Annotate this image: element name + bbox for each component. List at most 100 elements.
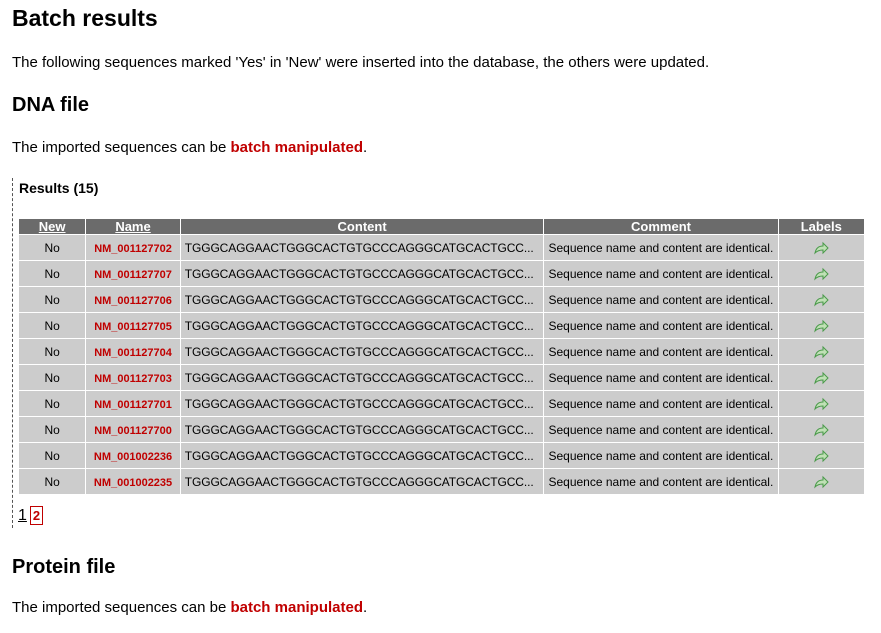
table-row: No NM_001002235 TGGGCAGGAACTGGGCACTGTGCCCA… bbox=[19, 469, 864, 494]
cell-comment: Sequence name and content are identical. bbox=[544, 469, 778, 494]
sequence-name-link[interactable]: NM_001127703 bbox=[94, 373, 172, 385]
cell-labels bbox=[778, 261, 864, 286]
sequence-name-link[interactable]: NM_001127701 bbox=[94, 399, 172, 411]
sequence-name-link[interactable]: NM_001002235 bbox=[94, 477, 172, 489]
cell-comment: Sequence name and content are identical. bbox=[544, 443, 778, 468]
cell-content: TGGGCAGGAACTGGGCACTGTGCCCAGGGCATGCACTGCC… bbox=[180, 417, 544, 442]
table-row: No NM_001127701 TGGGCAGGAACTGGGCACTGTGCCCA… bbox=[19, 391, 864, 416]
cell-comment: Sequence name and content are identical. bbox=[544, 391, 778, 416]
cell-labels bbox=[778, 443, 864, 468]
protein-text-after: . bbox=[363, 599, 368, 616]
cell-labels bbox=[778, 417, 864, 442]
cell-comment: Sequence name and content are identical. bbox=[544, 339, 778, 364]
pagination: 12 bbox=[18, 506, 44, 525]
share-arrow-icon[interactable] bbox=[783, 345, 860, 359]
sequence-name-link[interactable]: NM_001002236 bbox=[94, 451, 172, 463]
cell-new: No bbox=[19, 417, 86, 442]
column-header-new[interactable]: New bbox=[19, 219, 86, 234]
cell-new: No bbox=[19, 339, 86, 364]
table-row: No NM_001127703 TGGGCAGGAACTGGGCACTGTGCCCA… bbox=[19, 365, 864, 390]
cell-content: TGGGCAGGAACTGGGCACTGTGCCCAGGGCATGCACTGCC… bbox=[180, 261, 544, 286]
cell-name: NM_001127707 bbox=[86, 261, 180, 286]
intro-text: The following sequences marked 'Yes' in … bbox=[12, 54, 710, 71]
sequence-name-link[interactable]: NM_001127706 bbox=[94, 295, 172, 307]
column-header-comment: Comment bbox=[544, 219, 778, 234]
results-table-body: No NM_001127702 TGGGCAGGAACTGGGCACTGTGCCCA… bbox=[19, 235, 864, 494]
sequence-name-link[interactable]: NM_001127707 bbox=[94, 269, 172, 281]
share-arrow-icon[interactable] bbox=[783, 267, 860, 281]
cell-new: No bbox=[19, 235, 86, 260]
cell-comment: Sequence name and content are identical. bbox=[544, 417, 778, 442]
protein-file-text: The imported sequences can be batch mani… bbox=[12, 599, 367, 616]
table-row: No NM_001127700 TGGGCAGGAACTGGGCACTGTGCCCA… bbox=[19, 417, 864, 442]
cell-new: No bbox=[19, 313, 86, 338]
table-row: No NM_001127706 TGGGCAGGAACTGGGCACTGTGCCCA… bbox=[19, 287, 864, 312]
cell-labels bbox=[778, 365, 864, 390]
results-title: Results (15) bbox=[19, 180, 99, 196]
cell-labels bbox=[778, 235, 864, 260]
cell-name: NM_001127701 bbox=[86, 391, 180, 416]
protein-batch-manipulated-link[interactable]: batch manipulated bbox=[230, 599, 363, 616]
page-title: Batch results bbox=[12, 5, 158, 31]
cell-name: NM_001002236 bbox=[86, 443, 180, 468]
cell-name: NM_001127702 bbox=[86, 235, 180, 260]
share-arrow-icon[interactable] bbox=[783, 449, 860, 463]
cell-labels bbox=[778, 469, 864, 494]
cell-labels bbox=[778, 339, 864, 364]
share-arrow-icon[interactable] bbox=[783, 293, 860, 307]
share-arrow-icon[interactable] bbox=[783, 319, 860, 333]
cell-new: No bbox=[19, 443, 86, 468]
column-header-labels: Labels bbox=[778, 219, 864, 234]
dna-file-heading: DNA file bbox=[12, 94, 90, 116]
cell-new: No bbox=[19, 261, 86, 286]
cell-content: TGGGCAGGAACTGGGCACTGTGCCCAGGGCATGCACTGCC… bbox=[180, 287, 544, 312]
share-arrow-icon[interactable] bbox=[783, 397, 860, 411]
cell-comment: Sequence name and content are identical. bbox=[544, 261, 778, 286]
cell-labels bbox=[778, 391, 864, 416]
share-arrow-icon[interactable] bbox=[783, 423, 860, 437]
page-2-current[interactable]: 2 bbox=[29, 506, 44, 525]
sequence-name-link[interactable]: NM_001127705 bbox=[94, 321, 172, 333]
share-arrow-icon[interactable] bbox=[783, 371, 860, 385]
sequence-name-link[interactable]: NM_001127700 bbox=[94, 425, 172, 437]
sequence-name-link[interactable]: NM_001127704 bbox=[94, 347, 172, 359]
table-row: No NM_001002236 TGGGCAGGAACTGGGCACTGTGCCCA… bbox=[19, 443, 864, 468]
cell-new: No bbox=[19, 391, 86, 416]
cell-name: NM_001127703 bbox=[86, 365, 180, 390]
results-panel: Results (15) New Name Content Comment La… bbox=[12, 178, 871, 528]
sort-new-link[interactable]: New bbox=[39, 219, 66, 234]
cell-comment: Sequence name and content are identical. bbox=[544, 313, 778, 338]
cell-content: TGGGCAGGAACTGGGCACTGTGCCCAGGGCATGCACTGCC… bbox=[180, 313, 544, 338]
cell-content: TGGGCAGGAACTGGGCACTGTGCCCAGGGCATGCACTGCC… bbox=[180, 469, 544, 494]
share-arrow-icon[interactable] bbox=[783, 241, 860, 255]
cell-name: NM_001127704 bbox=[86, 339, 180, 364]
cell-content: TGGGCAGGAACTGGGCACTGTGCCCAGGGCATGCACTGCC… bbox=[180, 365, 544, 390]
column-header-name[interactable]: Name bbox=[86, 219, 180, 234]
page-1-link[interactable]: 1 bbox=[18, 507, 27, 524]
table-row: No NM_001127704 TGGGCAGGAACTGGGCACTGTGCCCA… bbox=[19, 339, 864, 364]
cell-name: NM_001127700 bbox=[86, 417, 180, 442]
cell-name: NM_001002235 bbox=[86, 469, 180, 494]
dna-file-text: The imported sequences can be batch mani… bbox=[12, 139, 367, 156]
sort-name-link[interactable]: Name bbox=[115, 219, 150, 234]
share-arrow-icon[interactable] bbox=[783, 475, 860, 489]
cell-new: No bbox=[19, 287, 86, 312]
protein-text-before: The imported sequences can be bbox=[12, 599, 231, 616]
table-row: No NM_001127702 TGGGCAGGAACTGGGCACTGTGCCCA… bbox=[19, 235, 864, 260]
cell-new: No bbox=[19, 469, 86, 494]
cell-content: TGGGCAGGAACTGGGCACTGTGCCCAGGGCATGCACTGCC… bbox=[180, 339, 544, 364]
dna-batch-manipulated-link[interactable]: batch manipulated bbox=[230, 139, 363, 156]
cell-content: TGGGCAGGAACTGGGCACTGTGCCCAGGGCATGCACTGCC… bbox=[180, 235, 544, 260]
dna-text-after: . bbox=[363, 139, 368, 156]
cell-content: TGGGCAGGAACTGGGCACTGTGCCCAGGGCATGCACTGCC… bbox=[180, 443, 544, 468]
table-row: No NM_001127705 TGGGCAGGAACTGGGCACTGTGCCCA… bbox=[19, 313, 864, 338]
sequence-name-link[interactable]: NM_001127702 bbox=[94, 243, 172, 255]
cell-content: TGGGCAGGAACTGGGCACTGTGCCCAGGGCATGCACTGCC… bbox=[180, 391, 544, 416]
table-row: No NM_001127707 TGGGCAGGAACTGGGCACTGTGCCCA… bbox=[19, 261, 864, 286]
cell-labels bbox=[778, 287, 864, 312]
dna-text-before: The imported sequences can be bbox=[12, 139, 231, 156]
results-table: New Name Content Comment Labels No NM_001… bbox=[18, 218, 865, 495]
cell-comment: Sequence name and content are identical. bbox=[544, 235, 778, 260]
table-header-row: New Name Content Comment Labels bbox=[19, 219, 864, 234]
protein-file-heading: Protein file bbox=[12, 556, 116, 578]
